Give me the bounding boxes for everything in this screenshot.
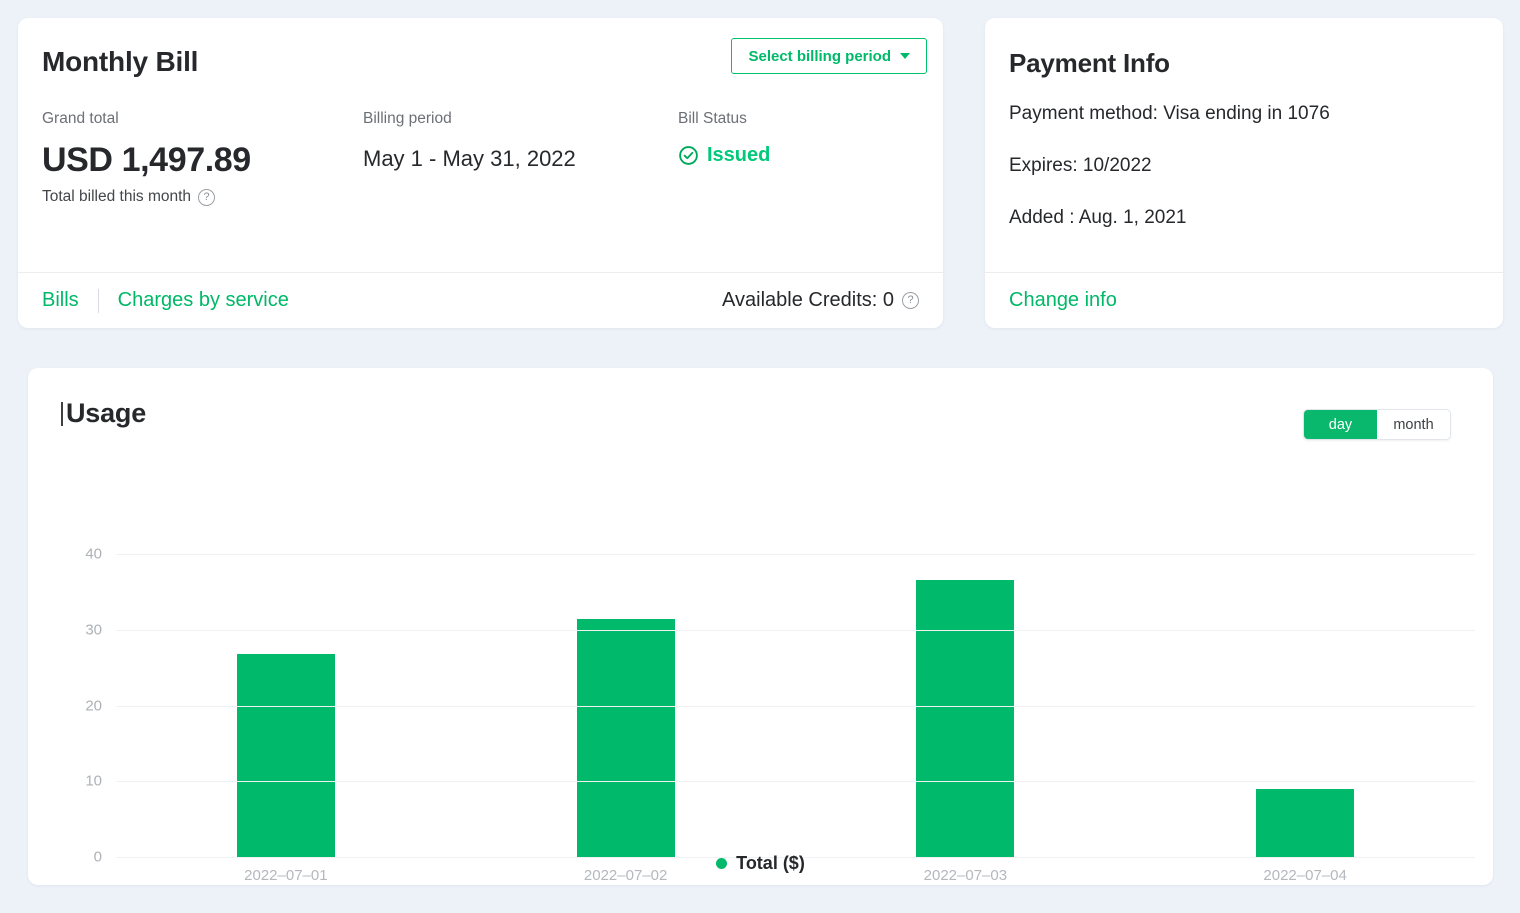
billing-period-stat: Billing period May 1 - May 31, 2022	[363, 108, 576, 176]
grand-total-value: USD 1,497.89	[42, 141, 251, 179]
chart-bar[interactable]	[1256, 789, 1355, 858]
payment-info-card: Payment Info Payment method: Visa ending…	[985, 18, 1503, 328]
toggle-option-day[interactable]: day	[1304, 410, 1377, 439]
chevron-down-icon	[900, 53, 910, 59]
legend-color-swatch	[716, 858, 728, 869]
status-badge: Issued	[678, 144, 770, 167]
available-credits-label: Available Credits: 0	[722, 289, 894, 311]
chart-bar[interactable]	[576, 619, 675, 858]
grand-total-label: Grand total	[42, 110, 119, 127]
chart-gridline: 40	[85, 546, 1475, 563]
check-circle-icon	[679, 146, 698, 165]
monthly-bill-footer: Bills Charges by service Available Credi…	[18, 272, 943, 328]
usage-chart: 2022–07–01 2022–07–02 2022–07–03 2022–07–04…	[28, 444, 1493, 884]
bills-link[interactable]: Bills	[42, 289, 79, 312]
chart-plot-area: 2022–07–01 2022–07–02 2022–07–03 2022–07–04…	[85, 546, 1475, 884]
help-icon[interactable]: ?	[902, 292, 919, 309]
select-billing-period-button[interactable]: Select billing period	[731, 38, 927, 74]
chart-gridline: 30	[85, 621, 1475, 638]
bill-status-value: Issued	[707, 144, 771, 166]
payment-added-row: Added : Aug. 1, 2021	[1009, 207, 1187, 228]
bill-status-stat: Bill Status Issued	[678, 108, 770, 167]
billing-period-value: May 1 - May 31, 2022	[363, 146, 576, 171]
help-icon[interactable]: ?	[198, 188, 216, 206]
chart-gridline: 20	[85, 697, 1475, 714]
chart-legend: Total ($)	[28, 853, 1493, 874]
bill-status-label: Bill Status	[678, 110, 747, 127]
select-billing-period-label: Select billing period	[748, 47, 891, 65]
y-axis-tick-label: 10	[85, 772, 102, 790]
grand-total-stat: Grand total USD 1,497.89 Total billed th…	[42, 108, 251, 206]
billing-dashboard: Monthly Bill Select billing period Grand…	[0, 0, 1520, 913]
monthly-bill-header: Monthly Bill Select billing period	[18, 18, 943, 108]
grand-total-subtext-row: Total billed this month ?	[42, 188, 251, 206]
charges-by-service-link[interactable]: Charges by service	[118, 289, 289, 312]
payment-info-footer: Change info	[985, 272, 1503, 328]
grand-total-subtext: Total billed this month	[42, 188, 192, 205]
y-axis-tick-label: 40	[85, 545, 102, 563]
change-info-link[interactable]: Change info	[1009, 289, 1117, 312]
legend-label: Total ($)	[736, 853, 805, 873]
billing-period-label: Billing period	[363, 110, 452, 127]
usage-granularity-toggle[interactable]: day month	[1303, 409, 1451, 440]
chart-gridline: 10	[85, 773, 1475, 790]
text-cursor-artifact	[61, 402, 63, 426]
monthly-bill-card: Monthly Bill Select billing period Grand…	[18, 18, 943, 328]
bill-stats-row: Grand total USD 1,497.89 Total billed th…	[18, 108, 943, 258]
chart-bar[interactable]	[236, 654, 335, 858]
usage-header: Usage day month	[28, 368, 1493, 444]
usage-title: Usage	[61, 398, 147, 429]
footer-divider	[97, 288, 99, 313]
y-axis-tick-label: 20	[85, 697, 102, 714]
toggle-option-month[interactable]: month	[1377, 410, 1450, 439]
chart-bar[interactable]	[916, 580, 1015, 858]
usage-title-label: Usage	[66, 398, 147, 428]
available-credits: Available Credits: 0 ?	[722, 289, 919, 312]
payment-info-body: Payment method: Visa ending in 1076 Expi…	[985, 79, 1503, 231]
y-axis-tick-label: 30	[85, 621, 102, 639]
usage-card: Usage day month 2022–07–01 2022–07–02 2022…	[28, 368, 1493, 885]
chart-bars: 2022–07–01 2022–07–02 2022–07–03 2022–07–04	[116, 555, 1475, 884]
payment-method-row: Payment method: Visa ending in 1076	[1009, 103, 1330, 124]
payment-expires-row: Expires: 10/2022	[1009, 155, 1152, 176]
payment-info-header: Payment Info	[985, 18, 1503, 79]
payment-info-title: Payment Info	[1009, 48, 1170, 78]
